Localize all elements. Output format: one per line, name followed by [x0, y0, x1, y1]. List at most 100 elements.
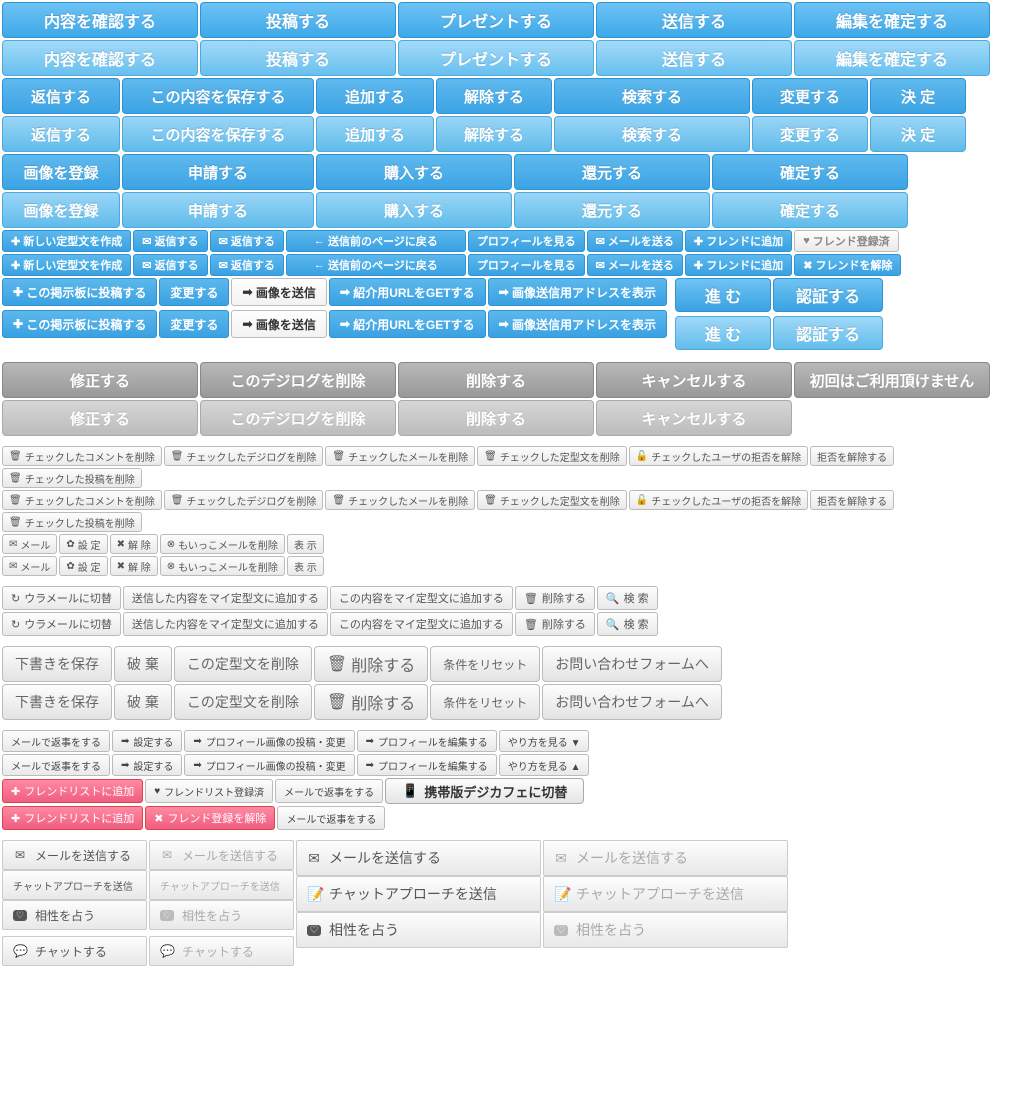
present-button[interactable]: プレゼントする [398, 2, 594, 38]
send-image-button[interactable]: ➡ 画像を送信 [231, 278, 326, 306]
save-draft[interactable]: 下書きを保存 [2, 684, 112, 720]
auth-button[interactable]: 認証する [773, 316, 883, 350]
show-image-address-button[interactable]: ➡ 画像送信用アドレスを表示 [488, 278, 667, 306]
send-button[interactable]: 送信する [596, 2, 792, 38]
mail-button[interactable]: ✉メール [2, 556, 57, 576]
delete-another-mail[interactable]: ⊗もいっこメールを削除 [160, 534, 285, 554]
cancel-button[interactable]: キャンセルする [596, 362, 792, 398]
fix-button[interactable]: 修正する [2, 400, 198, 436]
delete-checked-comments[interactable]: 🗑チェックしたコメントを削除 [2, 446, 162, 466]
proceed-button[interactable]: 進 む [675, 278, 771, 312]
present-button[interactable]: プレゼントする [398, 40, 594, 76]
delete-button[interactable]: 🗑削除する [515, 586, 595, 610]
delete-digilog-button[interactable]: このデジログを削除 [200, 362, 396, 398]
post-button[interactable]: 投稿する [200, 2, 396, 38]
add-sent-to-template[interactable]: 送信した内容をマイ定型文に追加する [123, 586, 328, 610]
reply-by-mail[interactable]: メールで返事をする [2, 730, 110, 752]
discard[interactable]: 破 棄 [114, 646, 172, 682]
reply-by-mail[interactable]: メールで返事をする [277, 806, 385, 830]
delete-digilog-button[interactable]: このデジログを削除 [200, 400, 396, 436]
reply-button[interactable]: ✉ 返信する [133, 230, 207, 252]
send-button[interactable]: 送信する [596, 40, 792, 76]
save-draft[interactable]: 下書きを保存 [2, 646, 112, 682]
view-profile-button[interactable]: プロフィールを見る [468, 230, 585, 252]
back-before-send-button[interactable]: ← 送信前のページに戻る [286, 230, 466, 252]
search-button[interactable]: 検索する [554, 116, 750, 152]
remove-friend[interactable]: ✖フレンド登録を解除 [145, 806, 275, 830]
switch-to-uramail[interactable]: ↻ウラメールに切替 [2, 586, 121, 610]
add-button[interactable]: 追加する [316, 78, 434, 114]
commit-edit-button[interactable]: 編集を確定する [794, 40, 990, 76]
remove-friend-button[interactable]: ✖ フレンドを解除 [794, 254, 901, 276]
to-settings[interactable]: ➡設定する [112, 730, 182, 752]
fortune[interactable]: ♡相性を占う [2, 900, 147, 930]
search-button[interactable]: 検索する [554, 78, 750, 114]
new-template-button[interactable]: ✚ 新しい定型文を作成 [2, 230, 131, 252]
release-button[interactable]: ✖解 除 [110, 534, 158, 554]
new-template-button[interactable]: ✚ 新しい定型文を作成 [2, 254, 131, 276]
release-reject[interactable]: 拒否を解除する [810, 490, 894, 510]
delete-button[interactable]: 🗑削除する [314, 684, 428, 720]
confirm-final-button[interactable]: 確定する [712, 192, 908, 228]
add-friend-button[interactable]: ✚ フレンドに追加 [685, 254, 792, 276]
release-reject-checked-user[interactable]: 🔓チェックしたユーザの拒否を解除 [629, 446, 808, 466]
search-button[interactable]: 🔍検 索 [597, 586, 658, 610]
post-button[interactable]: 投稿する [200, 40, 396, 76]
reply-button[interactable]: ✉ 返信する [133, 254, 207, 276]
show-image-address-button[interactable]: ➡ 画像送信用アドレスを表示 [488, 310, 667, 338]
show-button[interactable]: 表 示 [287, 534, 324, 554]
release-button[interactable]: 解除する [436, 116, 552, 152]
add-button[interactable]: 追加する [316, 116, 434, 152]
release-reject-checked-user[interactable]: 🔓チェックしたユーザの拒否を解除 [629, 490, 808, 510]
reply-by-mail[interactable]: メールで返事をする [2, 754, 110, 776]
send-mail-button[interactable]: ✉ メールを送る [587, 254, 683, 276]
delete-checked-mail[interactable]: 🗑チェックしたメールを削除 [325, 446, 475, 466]
edit-profile[interactable]: ➡プロフィールを編集する [357, 730, 497, 752]
decide-button[interactable]: 決 定 [870, 116, 966, 152]
mail-button[interactable]: ✉メール [2, 534, 57, 554]
get-url-button[interactable]: ➡ 紹介用URLをGETする [329, 310, 486, 338]
show-button[interactable]: 表 示 [287, 556, 324, 576]
proceed-button[interactable]: 進 む [675, 316, 771, 350]
change-button[interactable]: 変更する [159, 310, 229, 338]
chat[interactable]: 💬チャットする [2, 936, 147, 966]
commit-edit-button[interactable]: 編集を確定する [794, 2, 990, 38]
add-this-to-template[interactable]: この内容をマイ定型文に追加する [330, 612, 513, 636]
register-image-button[interactable]: 画像を登録 [2, 154, 120, 190]
confirm-button[interactable]: 内容を確認する [2, 2, 198, 38]
edit-profile[interactable]: ➡プロフィールを編集する [357, 754, 497, 776]
delete-this-template[interactable]: この定型文を削除 [174, 646, 312, 682]
delete-this-template[interactable]: この定型文を削除 [174, 684, 312, 720]
reset-conditions[interactable]: 条件をリセット [430, 646, 540, 682]
add-this-to-template[interactable]: この内容をマイ定型文に追加する [330, 586, 513, 610]
add-sent-to-template[interactable]: 送信した内容をマイ定型文に追加する [123, 612, 328, 636]
auth-button[interactable]: 認証する [773, 278, 883, 312]
to-settings[interactable]: ➡設定する [112, 754, 182, 776]
post-to-board-button[interactable]: ✚ この掲示板に投稿する [2, 278, 157, 306]
delete-checked-template[interactable]: 🗑チェックした定型文を削除 [477, 446, 627, 466]
contact-form-button[interactable]: お問い合わせフォームへ [542, 646, 722, 682]
search-button[interactable]: 🔍検 索 [597, 612, 658, 636]
release-button[interactable]: 解除する [436, 78, 552, 114]
delete-button[interactable]: 削除する [398, 362, 594, 398]
view-profile-button[interactable]: プロフィールを見る [468, 254, 585, 276]
profile-image-edit[interactable]: ➡プロフィール画像の投稿・変更 [184, 754, 354, 776]
settings-button[interactable]: ✿設 定 [59, 556, 107, 576]
save-content-button[interactable]: この内容を保存する [122, 116, 314, 152]
discard[interactable]: 破 棄 [114, 684, 172, 720]
delete-checked-comments[interactable]: 🗑チェックしたコメントを削除 [2, 490, 162, 510]
release-button[interactable]: ✖解 除 [110, 556, 158, 576]
restore-button[interactable]: 還元する [514, 192, 710, 228]
send-chat-approach[interactable]: 📝チャットアプローチを送信 [296, 876, 541, 912]
reply-button[interactable]: ✉ 返信する [210, 254, 284, 276]
settings-button[interactable]: ✿設 定 [59, 534, 107, 554]
profile-image-edit[interactable]: ➡プロフィール画像の投稿・変更 [184, 730, 354, 752]
confirm-button[interactable]: 内容を確認する [2, 40, 198, 76]
switch-to-uramail[interactable]: ↻ウラメールに切替 [2, 612, 121, 636]
delete-button[interactable]: 削除する [398, 400, 594, 436]
add-friend-button[interactable]: ✚ フレンドに追加 [685, 230, 792, 252]
reply-button[interactable]: ✉ 返信する [210, 230, 284, 252]
delete-button[interactable]: 🗑削除する [314, 646, 428, 682]
how-to-dropdown[interactable]: やり方を見る ▼ [499, 730, 590, 752]
fortune[interactable]: ♡相性を占う [296, 912, 541, 948]
